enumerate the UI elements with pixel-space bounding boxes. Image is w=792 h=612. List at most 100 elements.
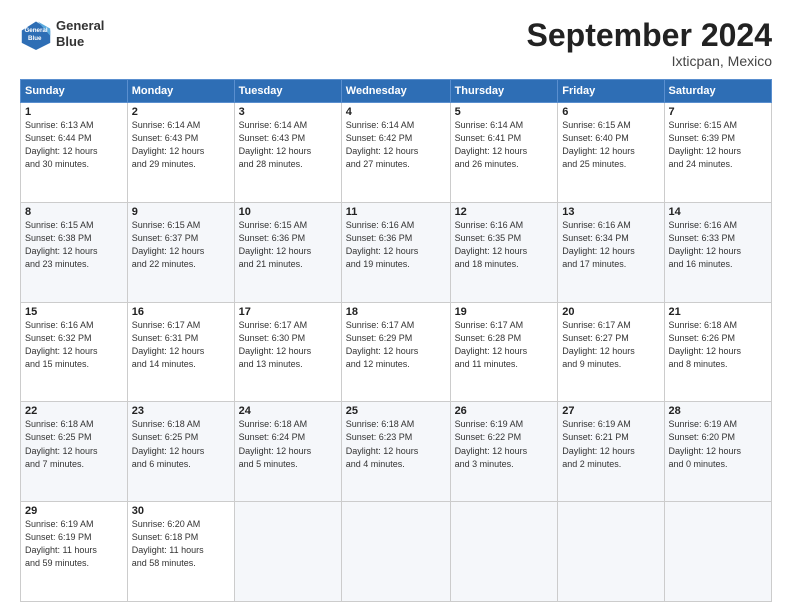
day-info: Sunrise: 6:18 AM Sunset: 6:26 PM Dayligh…: [669, 319, 767, 371]
weekday-header-wednesday: Wednesday: [341, 80, 450, 103]
day-number: 22: [25, 405, 123, 417]
day-number: 13: [562, 206, 659, 218]
calendar-day-30: 30Sunrise: 6:20 AM Sunset: 6:18 PM Dayli…: [127, 502, 234, 602]
day-info: Sunrise: 6:19 AM Sunset: 6:19 PM Dayligh…: [25, 518, 123, 570]
day-number: 10: [239, 206, 337, 218]
day-info: Sunrise: 6:19 AM Sunset: 6:21 PM Dayligh…: [562, 418, 659, 470]
day-info: Sunrise: 6:15 AM Sunset: 6:36 PM Dayligh…: [239, 219, 337, 271]
calendar-day-25: 25Sunrise: 6:18 AM Sunset: 6:23 PM Dayli…: [341, 402, 450, 502]
calendar-day-9: 9Sunrise: 6:15 AM Sunset: 6:37 PM Daylig…: [127, 202, 234, 302]
day-info: Sunrise: 6:16 AM Sunset: 6:35 PM Dayligh…: [455, 219, 554, 271]
svg-text:Blue: Blue: [28, 35, 42, 42]
day-number: 25: [346, 405, 446, 417]
weekday-header-monday: Monday: [127, 80, 234, 103]
day-info: Sunrise: 6:16 AM Sunset: 6:34 PM Dayligh…: [562, 219, 659, 271]
day-info: Sunrise: 6:15 AM Sunset: 6:39 PM Dayligh…: [669, 119, 767, 171]
calendar-day-17: 17Sunrise: 6:17 AM Sunset: 6:30 PM Dayli…: [234, 302, 341, 402]
day-number: 9: [132, 206, 230, 218]
calendar-day-29: 29Sunrise: 6:19 AM Sunset: 6:19 PM Dayli…: [21, 502, 128, 602]
calendar-day-23: 23Sunrise: 6:18 AM Sunset: 6:25 PM Dayli…: [127, 402, 234, 502]
day-info: Sunrise: 6:14 AM Sunset: 6:43 PM Dayligh…: [239, 119, 337, 171]
day-info: Sunrise: 6:19 AM Sunset: 6:20 PM Dayligh…: [669, 418, 767, 470]
title-block: September 2024 Ixticpan, Mexico: [527, 18, 772, 69]
day-number: 6: [562, 106, 659, 118]
day-number: 30: [132, 505, 230, 517]
day-info: Sunrise: 6:16 AM Sunset: 6:36 PM Dayligh…: [346, 219, 446, 271]
day-info: Sunrise: 6:17 AM Sunset: 6:27 PM Dayligh…: [562, 319, 659, 371]
calendar-day-3: 3Sunrise: 6:14 AM Sunset: 6:43 PM Daylig…: [234, 103, 341, 203]
day-info: Sunrise: 6:15 AM Sunset: 6:38 PM Dayligh…: [25, 219, 123, 271]
header: General Blue General Blue September 2024…: [20, 18, 772, 69]
day-info: Sunrise: 6:18 AM Sunset: 6:25 PM Dayligh…: [132, 418, 230, 470]
calendar-day-20: 20Sunrise: 6:17 AM Sunset: 6:27 PM Dayli…: [558, 302, 664, 402]
day-info: Sunrise: 6:18 AM Sunset: 6:24 PM Dayligh…: [239, 418, 337, 470]
calendar-body: 1Sunrise: 6:13 AM Sunset: 6:44 PM Daylig…: [21, 103, 772, 602]
weekday-header-friday: Friday: [558, 80, 664, 103]
calendar-day-5: 5Sunrise: 6:14 AM Sunset: 6:41 PM Daylig…: [450, 103, 558, 203]
day-number: 1: [25, 106, 123, 118]
day-number: 19: [455, 306, 554, 318]
day-info: Sunrise: 6:14 AM Sunset: 6:42 PM Dayligh…: [346, 119, 446, 171]
weekday-header-row: SundayMondayTuesdayWednesdayThursdayFrid…: [21, 80, 772, 103]
day-number: 17: [239, 306, 337, 318]
day-info: Sunrise: 6:17 AM Sunset: 6:28 PM Dayligh…: [455, 319, 554, 371]
logo-text-general: General: [56, 18, 104, 34]
empty-cell: [234, 502, 341, 602]
day-number: 26: [455, 405, 554, 417]
logo-icon: General Blue: [20, 18, 52, 50]
day-info: Sunrise: 6:19 AM Sunset: 6:22 PM Dayligh…: [455, 418, 554, 470]
day-number: 15: [25, 306, 123, 318]
calendar-day-26: 26Sunrise: 6:19 AM Sunset: 6:22 PM Dayli…: [450, 402, 558, 502]
calendar-day-11: 11Sunrise: 6:16 AM Sunset: 6:36 PM Dayli…: [341, 202, 450, 302]
page: General Blue General Blue September 2024…: [0, 0, 792, 612]
svg-text:General: General: [24, 27, 47, 34]
day-info: Sunrise: 6:15 AM Sunset: 6:37 PM Dayligh…: [132, 219, 230, 271]
empty-cell: [341, 502, 450, 602]
day-number: 12: [455, 206, 554, 218]
day-number: 24: [239, 405, 337, 417]
day-info: Sunrise: 6:18 AM Sunset: 6:25 PM Dayligh…: [25, 418, 123, 470]
weekday-header-sunday: Sunday: [21, 80, 128, 103]
calendar-day-6: 6Sunrise: 6:15 AM Sunset: 6:40 PM Daylig…: [558, 103, 664, 203]
weekday-header-tuesday: Tuesday: [234, 80, 341, 103]
logo: General Blue General Blue: [20, 18, 104, 50]
calendar-day-1: 1Sunrise: 6:13 AM Sunset: 6:44 PM Daylig…: [21, 103, 128, 203]
calendar-day-13: 13Sunrise: 6:16 AM Sunset: 6:34 PM Dayli…: [558, 202, 664, 302]
day-number: 2: [132, 106, 230, 118]
day-number: 21: [669, 306, 767, 318]
day-number: 11: [346, 206, 446, 218]
calendar-day-22: 22Sunrise: 6:18 AM Sunset: 6:25 PM Dayli…: [21, 402, 128, 502]
day-number: 3: [239, 106, 337, 118]
day-info: Sunrise: 6:18 AM Sunset: 6:23 PM Dayligh…: [346, 418, 446, 470]
day-info: Sunrise: 6:14 AM Sunset: 6:41 PM Dayligh…: [455, 119, 554, 171]
day-number: 8: [25, 206, 123, 218]
calendar-day-24: 24Sunrise: 6:18 AM Sunset: 6:24 PM Dayli…: [234, 402, 341, 502]
day-number: 29: [25, 505, 123, 517]
day-number: 27: [562, 405, 659, 417]
location: Ixticpan, Mexico: [527, 53, 772, 69]
calendar-week-4: 22Sunrise: 6:18 AM Sunset: 6:25 PM Dayli…: [21, 402, 772, 502]
calendar-day-8: 8Sunrise: 6:15 AM Sunset: 6:38 PM Daylig…: [21, 202, 128, 302]
calendar-day-10: 10Sunrise: 6:15 AM Sunset: 6:36 PM Dayli…: [234, 202, 341, 302]
day-number: 7: [669, 106, 767, 118]
empty-cell: [558, 502, 664, 602]
day-info: Sunrise: 6:16 AM Sunset: 6:32 PM Dayligh…: [25, 319, 123, 371]
empty-cell: [664, 502, 771, 602]
calendar-week-5: 29Sunrise: 6:19 AM Sunset: 6:19 PM Dayli…: [21, 502, 772, 602]
calendar-day-27: 27Sunrise: 6:19 AM Sunset: 6:21 PM Dayli…: [558, 402, 664, 502]
day-number: 20: [562, 306, 659, 318]
calendar-week-2: 8Sunrise: 6:15 AM Sunset: 6:38 PM Daylig…: [21, 202, 772, 302]
logo-text-blue: Blue: [56, 34, 104, 50]
weekday-header-saturday: Saturday: [664, 80, 771, 103]
day-info: Sunrise: 6:13 AM Sunset: 6:44 PM Dayligh…: [25, 119, 123, 171]
day-info: Sunrise: 6:16 AM Sunset: 6:33 PM Dayligh…: [669, 219, 767, 271]
calendar-day-28: 28Sunrise: 6:19 AM Sunset: 6:20 PM Dayli…: [664, 402, 771, 502]
day-info: Sunrise: 6:17 AM Sunset: 6:30 PM Dayligh…: [239, 319, 337, 371]
day-number: 4: [346, 106, 446, 118]
day-number: 18: [346, 306, 446, 318]
calendar-day-4: 4Sunrise: 6:14 AM Sunset: 6:42 PM Daylig…: [341, 103, 450, 203]
calendar-day-14: 14Sunrise: 6:16 AM Sunset: 6:33 PM Dayli…: [664, 202, 771, 302]
calendar-day-21: 21Sunrise: 6:18 AM Sunset: 6:26 PM Dayli…: [664, 302, 771, 402]
calendar-table: SundayMondayTuesdayWednesdayThursdayFrid…: [20, 79, 772, 602]
month-title: September 2024: [527, 18, 772, 53]
